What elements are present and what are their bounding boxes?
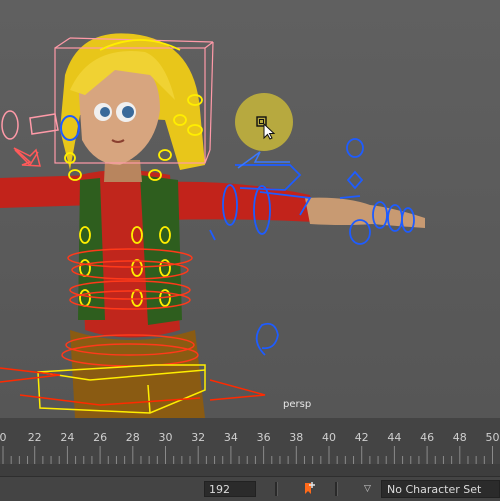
character-arm-right xyxy=(165,181,315,222)
separator xyxy=(335,482,338,496)
timeline-tick-label: 40 xyxy=(322,431,336,444)
character-hand xyxy=(305,197,425,228)
timeline-tick-label: 0 xyxy=(0,431,7,444)
character-pants xyxy=(70,330,205,418)
time-ruler[interactable]: 0 22 24 26 28 30 32 34 36 38 40 42 44 46 48 50 xyxy=(0,418,500,464)
timeline-tick-label: 24 xyxy=(60,431,75,444)
timeline-tick-label: 22 xyxy=(27,431,42,444)
current-frame-field[interactable]: 192 xyxy=(204,481,256,497)
camera-label: persp xyxy=(283,399,312,410)
timeline-tick-label: 36 xyxy=(256,431,271,444)
timeline-tick-label: 26 xyxy=(93,431,108,444)
pink-side-controls xyxy=(1,110,59,167)
viewport-persp[interactable]: persp xyxy=(0,0,500,418)
timeline-tick-label: 34 xyxy=(223,431,238,444)
timeline-tick-label: 42 xyxy=(354,431,369,444)
timeline-tick-label: 38 xyxy=(289,431,304,444)
timeline-tick-label: 50 xyxy=(485,431,500,444)
character-set-dropdown[interactable]: No Character Set xyxy=(381,480,500,498)
timeline-tick-label: 46 xyxy=(420,431,435,444)
mouse-cursor-icon xyxy=(256,116,276,140)
character-rig-scene[interactable] xyxy=(0,0,500,418)
separator xyxy=(275,482,278,496)
timeline-tick-label: 48 xyxy=(452,431,467,444)
time-slider[interactable]: 0 22 24 26 28 30 32 34 36 38 40 42 44 46 48 50 xyxy=(0,418,500,476)
pink-arrow-control xyxy=(13,147,41,167)
arm-blue-controls xyxy=(209,138,415,356)
timeline-tick-label: 28 xyxy=(125,431,140,444)
chevron-down-icon[interactable]: ▽ xyxy=(364,484,371,494)
timeline-tick-label: 44 xyxy=(387,431,402,444)
timeline-tick-label: 30 xyxy=(158,431,173,444)
timeline-tick-label: 32 xyxy=(191,431,206,444)
range-slider-bar: 192 ▽ No Character Set xyxy=(0,476,500,501)
auto-key-icon[interactable] xyxy=(300,480,318,498)
